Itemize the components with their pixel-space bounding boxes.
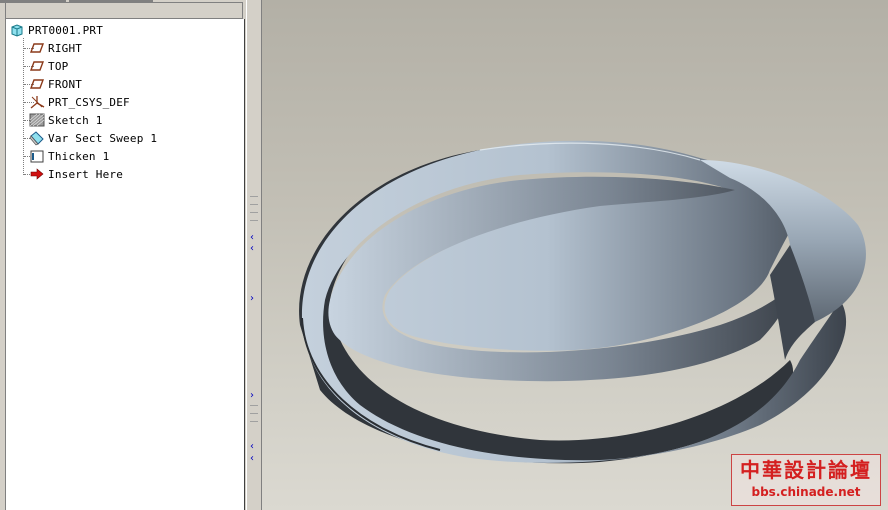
tree-item-top[interactable]: TOP — [29, 57, 68, 75]
datum-plane-icon — [29, 40, 45, 56]
watermark-url: bbs.chinade.net — [751, 485, 861, 499]
mobius-strip-model — [299, 140, 866, 464]
tree-item-label: Insert Here — [48, 167, 124, 181]
insert-arrow-icon — [29, 166, 45, 182]
part-cube-icon — [9, 22, 25, 38]
tree-root-label: PRT0001.PRT — [28, 23, 104, 37]
splitter-grip — [250, 204, 258, 205]
tree-connector — [23, 38, 24, 175]
tree-item-label: Var Sect Sweep 1 — [48, 131, 158, 145]
datum-plane-icon — [29, 58, 45, 74]
watermark-title: 中華設計論壇 — [740, 458, 872, 482]
thicken-icon — [29, 148, 45, 164]
sweep-icon — [29, 130, 45, 146]
tree-item-front[interactable]: FRONT — [29, 75, 82, 93]
collapse-left-icon[interactable]: ‹ — [250, 233, 254, 243]
tree-item-label: FRONT — [48, 77, 83, 91]
tree-item-label: RIGHT — [48, 41, 83, 55]
panel-splitter[interactable]: ‹ ‹ › › ‹ ‹ — [246, 0, 262, 510]
splitter-grip — [250, 413, 258, 414]
tree-item-var-sect-sweep[interactable]: Var Sect Sweep 1 — [29, 129, 157, 147]
collapse-left-icon[interactable]: ‹ — [250, 442, 254, 452]
sketch-icon — [29, 112, 45, 128]
expand-right-icon[interactable]: › — [250, 391, 254, 401]
tree-item-label: TOP — [48, 59, 69, 73]
tree-item-label: Sketch 1 — [48, 113, 103, 127]
tree-item-thicken[interactable]: Thicken 1 — [29, 147, 109, 165]
graphics-viewport[interactable]: 中華設計論壇 bbs.chinade.net — [262, 0, 888, 510]
collapse-left-icon[interactable]: ‹ — [250, 244, 254, 254]
tree-item-csys[interactable]: PRT_CSYS_DEF — [29, 93, 130, 111]
tree-item-label: PRT_CSYS_DEF — [48, 95, 130, 109]
splitter-grip — [250, 421, 258, 422]
collapse-left-icon[interactable]: ‹ — [250, 454, 254, 464]
splitter-grip — [250, 405, 258, 406]
expand-right-icon[interactable]: › — [250, 294, 254, 304]
datum-plane-icon — [29, 76, 45, 92]
tree-root-part[interactable]: PRT0001.PRT — [9, 21, 103, 39]
tree-item-insert-here[interactable]: Insert Here — [29, 165, 123, 183]
model-tree-panel: PRT0001.PRT RIGHT TOP FRONT PRT_CSYS_DEF… — [5, 19, 245, 510]
model-tree-header[interactable] — [5, 2, 243, 19]
watermark-logo: 中華設計論壇 bbs.chinade.net — [731, 454, 881, 506]
tree-item-label: Thicken 1 — [48, 149, 110, 163]
tree-item-sketch[interactable]: Sketch 1 — [29, 111, 103, 129]
splitter-grip — [250, 212, 258, 213]
splitter-grip — [250, 196, 258, 197]
splitter-grip — [250, 220, 258, 221]
tree-item-right[interactable]: RIGHT — [29, 39, 82, 57]
coordinate-system-icon — [29, 94, 45, 110]
